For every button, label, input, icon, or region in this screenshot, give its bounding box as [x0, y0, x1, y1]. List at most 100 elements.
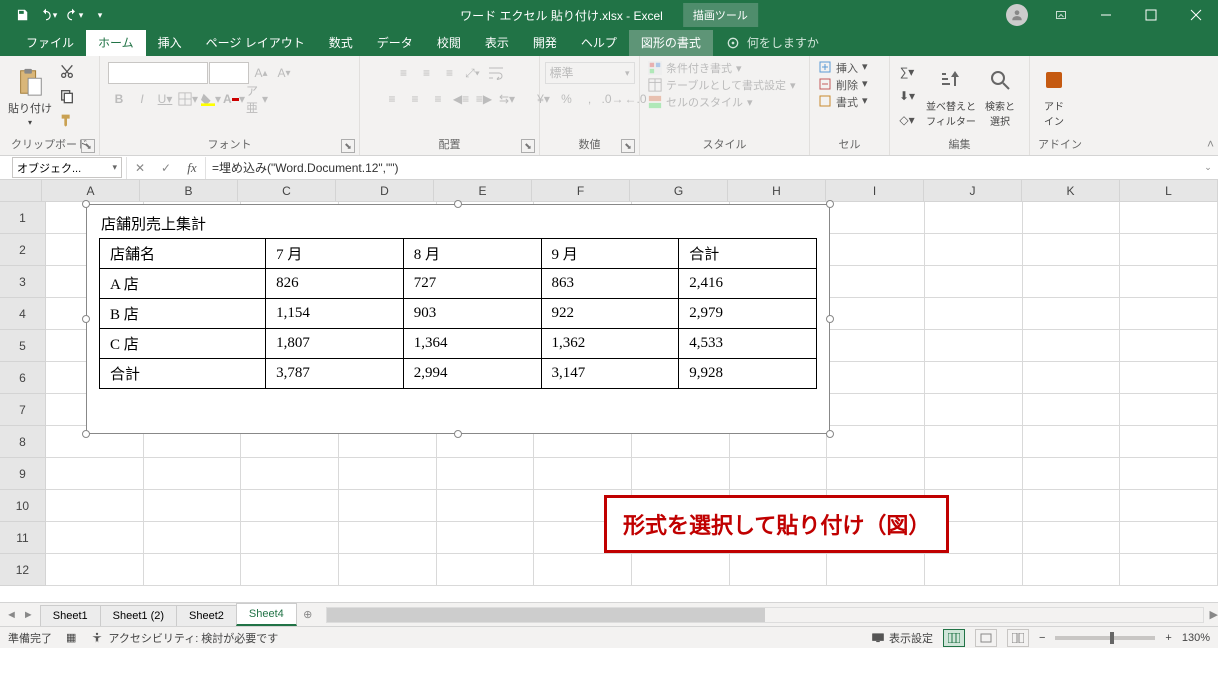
- tell-me-search[interactable]: 何をしますか: [713, 34, 831, 56]
- cell-styles-button[interactable]: セルのスタイル ▾: [648, 94, 753, 110]
- font-name-input[interactable]: [108, 62, 208, 84]
- align-bottom-button[interactable]: ≡: [439, 62, 461, 84]
- decrease-indent-button[interactable]: ◀≡: [450, 88, 472, 110]
- format-painter-button[interactable]: [56, 109, 78, 131]
- align-right-button[interactable]: ≡: [427, 88, 449, 110]
- cell[interactable]: [437, 522, 535, 554]
- zoom-slider[interactable]: [1055, 636, 1155, 640]
- cell[interactable]: [925, 362, 1023, 394]
- format-as-table-button[interactable]: テーブルとして書式設定 ▾: [648, 77, 796, 93]
- maximize-button[interactable]: [1128, 0, 1173, 30]
- cell[interactable]: [925, 554, 1023, 586]
- redo-button[interactable]: ▾: [62, 3, 86, 27]
- cell[interactable]: [46, 554, 144, 586]
- cell[interactable]: [1023, 234, 1121, 266]
- qat-customize[interactable]: ▾: [88, 3, 112, 27]
- resize-handle-bl[interactable]: [82, 430, 90, 438]
- cell[interactable]: [925, 202, 1023, 234]
- accessibility-status[interactable]: アクセシビリティ: 検討が必要です: [90, 630, 278, 646]
- cell[interactable]: [1023, 298, 1121, 330]
- sort-filter-button[interactable]: 並べ替えと フィルター: [922, 62, 980, 130]
- row-header[interactable]: 3: [0, 266, 46, 298]
- tab-home[interactable]: ホーム: [86, 29, 146, 56]
- cell[interactable]: [1023, 266, 1121, 298]
- cell[interactable]: [827, 202, 925, 234]
- cell[interactable]: [339, 490, 437, 522]
- fill-button[interactable]: ⬇▾: [896, 85, 918, 107]
- tab-formulas[interactable]: 数式: [317, 29, 365, 56]
- display-settings-button[interactable]: 表示設定: [871, 630, 933, 646]
- cell[interactable]: [1120, 458, 1218, 490]
- column-header[interactable]: K: [1022, 180, 1120, 201]
- underline-button[interactable]: U ▾: [154, 88, 176, 110]
- cell[interactable]: [437, 490, 535, 522]
- cell[interactable]: [827, 426, 925, 458]
- sheet-tab[interactable]: Sheet1: [40, 605, 101, 626]
- cell[interactable]: [925, 330, 1023, 362]
- cell[interactable]: [1120, 298, 1218, 330]
- addins-button[interactable]: アド イン: [1034, 62, 1074, 130]
- collapse-ribbon-button[interactable]: ˄: [1207, 137, 1214, 151]
- cell[interactable]: [1023, 490, 1121, 522]
- font-dialog-launcher[interactable]: ⬊: [341, 139, 355, 153]
- find-select-button[interactable]: 検索と 選択: [980, 62, 1020, 130]
- increase-decimal-button[interactable]: .0→: [602, 88, 624, 110]
- resize-handle-br[interactable]: [826, 430, 834, 438]
- resize-handle-ml[interactable]: [82, 315, 90, 323]
- cell[interactable]: [730, 458, 828, 490]
- paste-button[interactable]: 貼り付け ▾: [4, 64, 56, 129]
- tab-data[interactable]: データ: [365, 29, 425, 56]
- copy-button[interactable]: [56, 85, 78, 107]
- cell[interactable]: [1023, 554, 1121, 586]
- cell[interactable]: [534, 554, 632, 586]
- column-header[interactable]: F: [532, 180, 630, 201]
- column-header[interactable]: H: [728, 180, 826, 201]
- cell[interactable]: [1120, 554, 1218, 586]
- cell[interactable]: [1120, 362, 1218, 394]
- expand-formula-bar-button[interactable]: ⌄: [1198, 162, 1218, 173]
- tab-page-layout[interactable]: ページ レイアウト: [194, 29, 317, 56]
- sheet-tab[interactable]: Sheet2: [176, 605, 237, 626]
- sheet-tab[interactable]: Sheet4: [236, 603, 297, 626]
- cell[interactable]: [827, 554, 925, 586]
- save-button[interactable]: [10, 3, 34, 27]
- cell[interactable]: [925, 298, 1023, 330]
- number-dialog-launcher[interactable]: ⬊: [621, 139, 635, 153]
- cell[interactable]: [144, 458, 242, 490]
- cell[interactable]: [339, 522, 437, 554]
- orientation-button[interactable]: ⤢▾: [462, 62, 484, 84]
- undo-button[interactable]: ▾: [36, 3, 60, 27]
- close-button[interactable]: [1173, 0, 1218, 30]
- cell[interactable]: [241, 554, 339, 586]
- autosum-button[interactable]: ∑▾: [896, 61, 918, 83]
- alignment-dialog-launcher[interactable]: ⬊: [521, 139, 535, 153]
- page-break-view-button[interactable]: [1007, 629, 1029, 647]
- fill-color-button[interactable]: ▾: [200, 88, 222, 110]
- resize-handle-tl[interactable]: [82, 200, 90, 208]
- row-header[interactable]: 5: [0, 330, 46, 362]
- tab-view[interactable]: 表示: [473, 29, 521, 56]
- resize-handle-bm[interactable]: [454, 430, 462, 438]
- account-avatar[interactable]: [1006, 4, 1028, 26]
- column-header[interactable]: J: [924, 180, 1022, 201]
- cell[interactable]: [241, 490, 339, 522]
- format-cells-button[interactable]: 書式 ▾: [818, 94, 868, 110]
- cell[interactable]: [1023, 202, 1121, 234]
- cell[interactable]: [925, 458, 1023, 490]
- tab-developer[interactable]: 開発: [521, 29, 569, 56]
- column-header[interactable]: C: [238, 180, 336, 201]
- cell[interactable]: [1023, 426, 1121, 458]
- tab-help[interactable]: ヘルプ: [569, 29, 629, 56]
- row-header[interactable]: 7: [0, 394, 46, 426]
- cell[interactable]: [144, 490, 242, 522]
- zoom-in-button[interactable]: +: [1165, 632, 1171, 644]
- insert-function-button[interactable]: fx: [179, 157, 205, 179]
- zoom-level[interactable]: 130%: [1182, 632, 1210, 644]
- cell[interactable]: [534, 458, 632, 490]
- cut-button[interactable]: [56, 61, 78, 83]
- cell[interactable]: [46, 490, 144, 522]
- cell[interactable]: [1120, 490, 1218, 522]
- cell[interactable]: [925, 426, 1023, 458]
- cell[interactable]: [1023, 458, 1121, 490]
- merge-center-button[interactable]: ⇆▾: [496, 88, 518, 110]
